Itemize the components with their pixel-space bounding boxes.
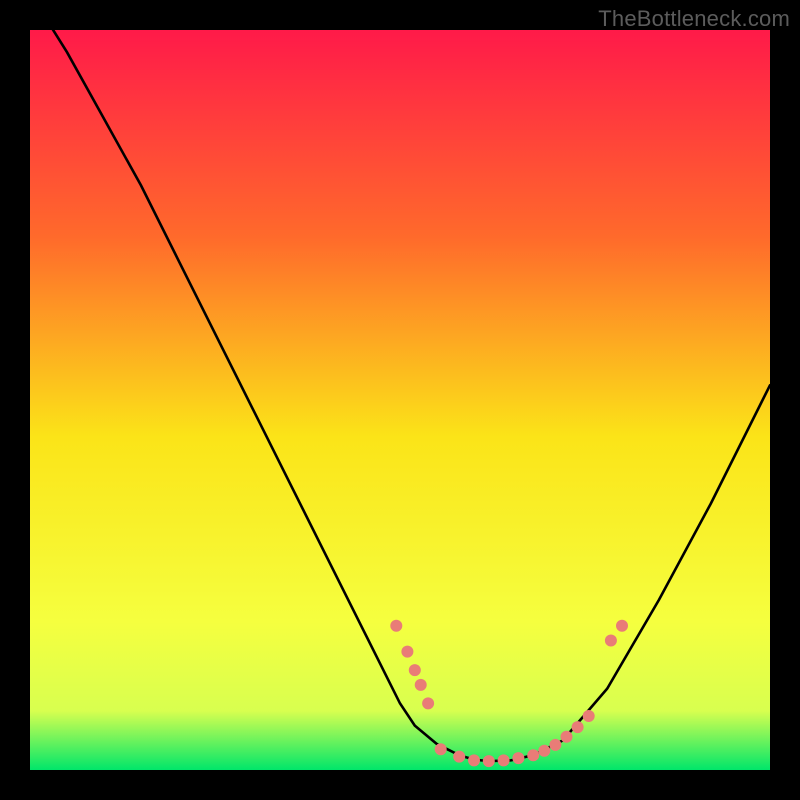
data-point: [468, 754, 480, 766]
data-point: [512, 752, 524, 764]
data-point: [538, 745, 550, 757]
data-point: [549, 739, 561, 751]
data-point: [483, 755, 495, 767]
data-point: [498, 754, 510, 766]
watermark-text: TheBottleneck.com: [598, 6, 790, 32]
data-point: [583, 710, 595, 722]
chart-stage: TheBottleneck.com: [0, 0, 800, 800]
data-point: [561, 731, 573, 743]
data-point: [390, 620, 402, 632]
data-point: [527, 749, 539, 761]
bottleneck-chart: [30, 30, 770, 770]
data-point: [435, 743, 447, 755]
data-point: [572, 721, 584, 733]
data-point: [415, 679, 427, 691]
data-point: [409, 664, 421, 676]
data-point: [453, 751, 465, 763]
data-point: [422, 697, 434, 709]
data-point: [616, 620, 628, 632]
data-point: [401, 646, 413, 658]
data-point: [605, 635, 617, 647]
gradient-background: [30, 30, 770, 770]
